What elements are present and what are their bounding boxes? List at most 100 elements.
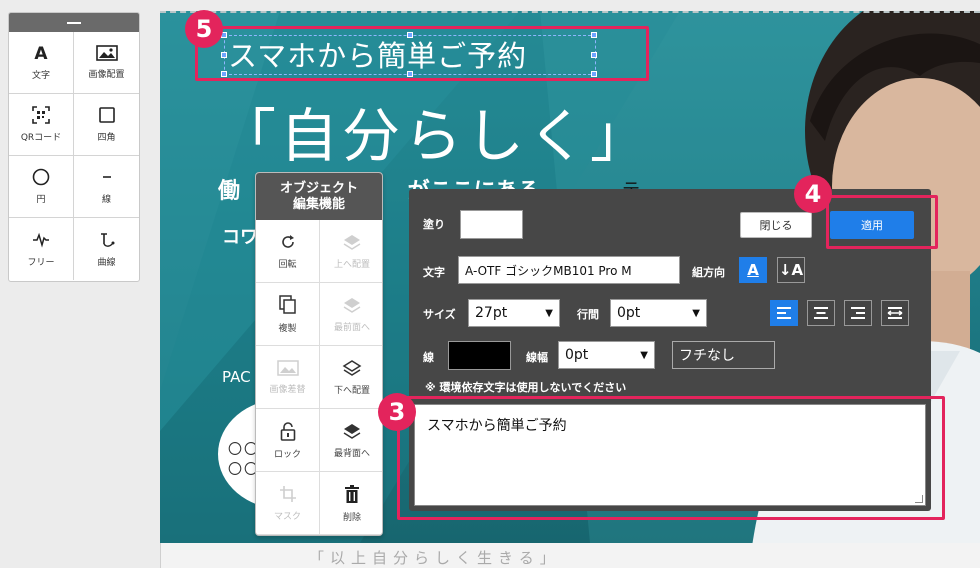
- freehand-icon: [33, 232, 49, 248]
- font-size-select[interactable]: 27pt ▼: [468, 299, 560, 327]
- object-menu-label: 上へ配置: [333, 259, 370, 270]
- align-justify-icon: [887, 307, 903, 319]
- font-family-select[interactable]: A-OTF ゴシックMB101 Pro M: [458, 256, 680, 284]
- layer-up-icon: [343, 234, 361, 250]
- stroke-width-value: 0pt: [565, 347, 589, 363]
- callout-badge-3: 3: [378, 393, 416, 431]
- tool-circle-button[interactable]: 円: [9, 156, 74, 218]
- object-menu-label: 最前面へ: [333, 322, 370, 333]
- callout-highlight-5: [195, 26, 649, 81]
- tool-label: 画像配置: [88, 70, 125, 80]
- tool-label: 曲線: [97, 257, 116, 268]
- vertical-text-button[interactable]: ↓A: [777, 257, 805, 283]
- object-menu-label: 最背面へ: [333, 448, 370, 459]
- align-left-button[interactable]: [770, 300, 798, 326]
- align-right-button[interactable]: [844, 300, 872, 326]
- chevron-down-icon: ▼: [640, 349, 648, 361]
- palette-drag-handle[interactable]: [9, 13, 139, 32]
- bring-front-button[interactable]: 最前面へ: [320, 283, 382, 346]
- tool-freehand-button[interactable]: フリー: [9, 218, 74, 280]
- object-menu-title: オブジェクト 編集機能: [256, 173, 382, 220]
- horizontal-text-button[interactable]: A: [739, 257, 767, 283]
- object-menu-title-line1: オブジェクト: [279, 181, 358, 196]
- tool-curve-button[interactable]: 曲線: [74, 218, 139, 280]
- crop-icon: [279, 485, 296, 502]
- canvas-bottom-area: 「以上自分らしく生きる」: [160, 543, 980, 568]
- subline2-head: コワ: [222, 227, 258, 248]
- align-left-icon: [777, 307, 791, 319]
- object-menu-label: 削除: [342, 512, 361, 523]
- layer-down-icon: [342, 359, 362, 376]
- chevron-down-icon: ▼: [692, 307, 700, 319]
- outline-select[interactable]: フチなし: [672, 341, 775, 369]
- subline-head: 働: [218, 179, 248, 204]
- outline-value: フチなし: [679, 348, 735, 364]
- text-a-icon: A: [34, 44, 48, 62]
- leading-select[interactable]: 0pt ▼: [610, 299, 707, 327]
- qr-code-icon: [32, 106, 50, 124]
- pac-text[interactable]: PAC: [222, 368, 251, 386]
- align-center-button[interactable]: [807, 300, 835, 326]
- lock-button[interactable]: ロック: [256, 409, 320, 472]
- bottom-text: 「以上自分らしく生きる」: [309, 549, 561, 567]
- tool-label: 円: [36, 195, 46, 205]
- horizontal-text-icon: A: [747, 261, 759, 279]
- rotate-button[interactable]: 回転: [256, 220, 320, 283]
- tool-label: 線: [101, 195, 111, 205]
- tool-qr-button[interactable]: QRコード: [9, 94, 74, 156]
- tool-label: 文字: [31, 71, 50, 81]
- mask-button[interactable]: マスク: [256, 472, 320, 535]
- layer-up-button[interactable]: 上へ配置: [320, 220, 382, 283]
- tool-image-button[interactable]: 画像配置: [74, 32, 139, 94]
- image-replace-button[interactable]: 画像差替: [256, 346, 320, 409]
- chevron-down-icon: ▼: [545, 307, 553, 319]
- circle-icon: [32, 168, 50, 186]
- callout-highlight-3: [397, 396, 945, 520]
- stroke-color-swatch[interactable]: [448, 341, 511, 370]
- callout-badge-4: 4: [794, 175, 832, 213]
- align-right-icon: [851, 307, 865, 319]
- object-menu-label: 複製: [278, 323, 297, 334]
- object-menu-label: 画像差替: [269, 384, 306, 395]
- direction-label: 組方向: [692, 266, 725, 279]
- stroke-width-label: 線幅: [526, 351, 548, 364]
- size-label: サイズ: [423, 308, 456, 321]
- object-menu-label: ロック: [273, 449, 301, 460]
- trash-icon: [345, 484, 359, 503]
- fill-label: 塗り: [423, 218, 445, 231]
- callout-highlight-4: [826, 195, 938, 249]
- tool-label: QRコード: [20, 133, 62, 143]
- square-icon: [98, 107, 115, 123]
- object-menu-label: 下へ配置: [333, 385, 370, 396]
- curve-icon: [100, 232, 114, 247]
- delete-button[interactable]: 削除: [320, 472, 382, 535]
- duplicate-button[interactable]: 複製: [256, 283, 320, 346]
- image-replace-icon: [276, 359, 299, 376]
- tool-palette: A 文字 画像配置 QRコード 四角 円 線 フリー 曲線: [8, 12, 140, 282]
- layer-down-button[interactable]: 下へ配置: [320, 346, 382, 409]
- tool-line-button[interactable]: 線: [74, 156, 139, 218]
- object-menu-label: 回転: [278, 259, 297, 270]
- duplicate-icon: [278, 294, 296, 314]
- tool-square-button[interactable]: 四角: [74, 94, 139, 156]
- headline-big-text[interactable]: 「自分らしく」: [218, 89, 652, 173]
- lock-icon: [280, 421, 295, 441]
- rotate-icon: [281, 234, 294, 248]
- close-button[interactable]: 閉じる: [740, 212, 812, 238]
- layer-front-icon: [343, 297, 361, 313]
- stroke-label: 線: [423, 351, 434, 364]
- layer-back-icon: [343, 423, 361, 439]
- font-label: 文字: [423, 266, 445, 279]
- leading-label: 行間: [577, 308, 599, 321]
- align-center-icon: [814, 307, 828, 319]
- leading-value: 0pt: [617, 305, 641, 321]
- font-family-value: A-OTF ゴシックMB101 Pro M: [465, 263, 632, 278]
- line-icon: [102, 176, 111, 178]
- fill-color-swatch[interactable]: [460, 210, 523, 239]
- tool-text-button[interactable]: A 文字: [9, 32, 74, 94]
- align-justify-button[interactable]: [881, 300, 909, 326]
- object-menu-title-line2: 編集機能: [292, 197, 345, 212]
- vertical-text-icon: ↓A: [778, 261, 804, 279]
- stroke-width-select[interactable]: 0pt ▼: [558, 341, 655, 369]
- send-back-button[interactable]: 最背面へ: [320, 409, 382, 472]
